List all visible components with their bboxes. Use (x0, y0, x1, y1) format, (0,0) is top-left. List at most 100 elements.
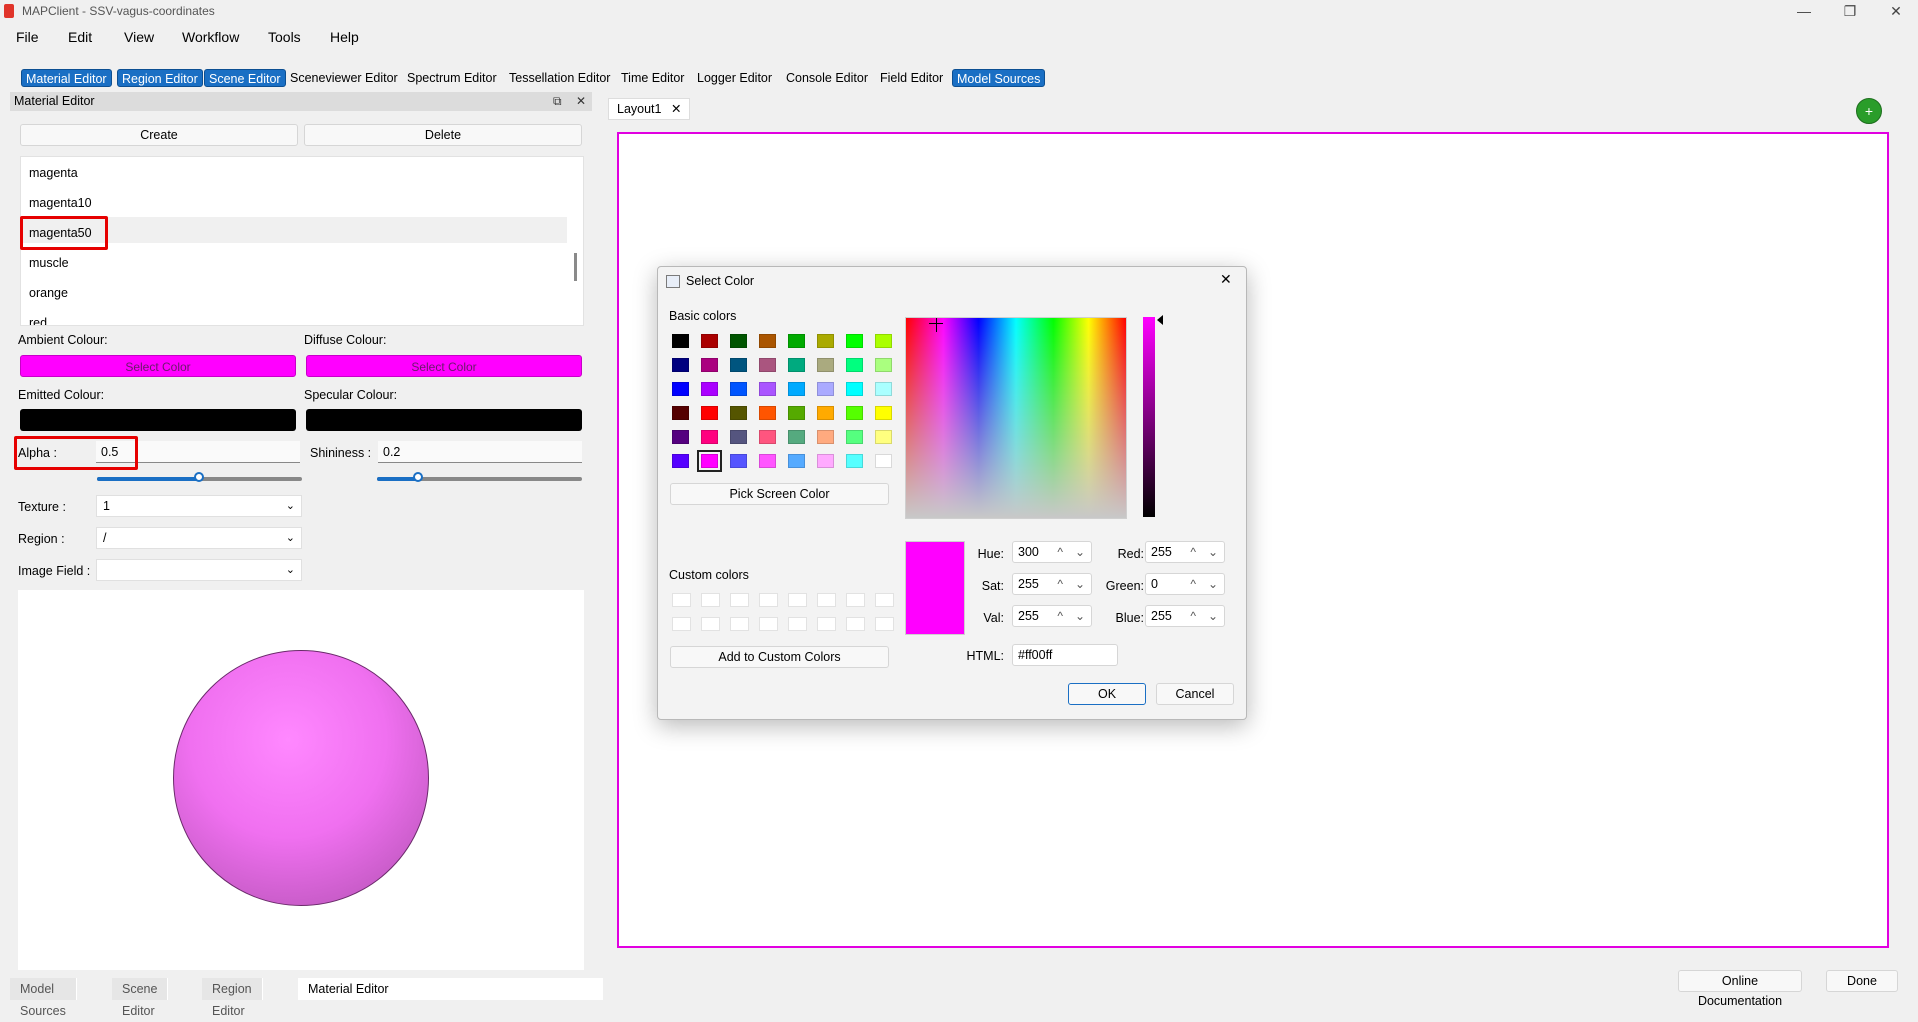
hue-saturation-picker[interactable] (905, 317, 1127, 519)
ambient-select-color-button[interactable]: Select Color (20, 355, 296, 377)
basic-color-swatch[interactable] (788, 382, 805, 396)
basic-color-swatch[interactable] (672, 454, 689, 468)
toolbar-tessellation-editor[interactable]: Tessellation Editor (505, 69, 614, 87)
chevron-down-icon[interactable]: ⌄ (1075, 606, 1085, 626)
texture-dropdown[interactable]: 1 ⌄ (96, 495, 302, 517)
basic-color-swatch[interactable] (875, 358, 892, 372)
basic-color-swatch[interactable] (701, 406, 718, 420)
basic-color-swatch[interactable] (875, 430, 892, 444)
shininess-slider-handle[interactable] (413, 472, 423, 482)
value-slider-arrow-icon[interactable] (1157, 315, 1163, 325)
add-to-custom-colors-button[interactable]: Add to Custom Colors (670, 646, 889, 668)
material-item-muscle[interactable]: muscle (29, 256, 69, 270)
basic-color-swatch[interactable] (846, 334, 863, 348)
toolbar-console-editor[interactable]: Console Editor (782, 69, 872, 87)
basic-color-swatch[interactable] (817, 454, 834, 468)
menu-workflow[interactable]: Workflow (182, 29, 239, 45)
custom-color-swatch[interactable] (730, 593, 749, 607)
toolbar-model-sources[interactable]: Model Sources (952, 69, 1046, 87)
basic-color-swatch[interactable] (788, 334, 805, 348)
basic-color-swatch[interactable] (846, 382, 863, 396)
window-close-button[interactable]: ✕ (1876, 0, 1916, 24)
dock-close-icon[interactable]: ✕ (576, 92, 586, 111)
basic-color-swatch[interactable] (672, 382, 689, 396)
chevron-down-icon[interactable]: ⌄ (1208, 542, 1218, 562)
chevron-up-icon[interactable]: ^ (1190, 542, 1196, 562)
menu-view[interactable]: View (124, 29, 154, 45)
tab-region-editor[interactable]: Region Editor (202, 978, 263, 1018)
custom-color-swatch[interactable] (788, 593, 807, 607)
green-spinbox[interactable]: 0 ^ ⌄ (1145, 573, 1225, 595)
custom-color-swatch[interactable] (730, 617, 749, 631)
online-documentation-button[interactable]: Online Documentation (1678, 970, 1802, 1008)
basic-color-swatch[interactable] (788, 430, 805, 444)
basic-color-swatch[interactable] (817, 430, 834, 444)
basic-color-swatch[interactable] (672, 358, 689, 372)
value-slider[interactable] (1143, 317, 1155, 517)
custom-color-swatch[interactable] (672, 617, 691, 631)
done-button[interactable]: Done (1826, 970, 1898, 992)
chevron-up-icon[interactable]: ^ (1190, 574, 1196, 594)
shininess-input[interactable]: 0.2 (378, 441, 582, 463)
diffuse-select-color-button[interactable]: Select Color (306, 355, 582, 377)
cancel-button[interactable]: Cancel (1156, 683, 1234, 705)
material-item-orange[interactable]: orange (29, 286, 68, 300)
custom-color-swatch[interactable] (817, 593, 836, 607)
basic-color-swatch[interactable] (875, 334, 892, 348)
basic-color-swatch[interactable] (875, 382, 892, 396)
hue-spinbox[interactable]: 300 ^ ⌄ (1012, 541, 1092, 563)
dialog-close-icon[interactable]: ✕ (1220, 271, 1232, 288)
custom-color-swatch[interactable] (788, 617, 807, 631)
basic-color-swatch[interactable] (730, 358, 747, 372)
material-item-red[interactable]: red (29, 316, 47, 325)
alpha-slider[interactable] (97, 472, 302, 482)
basic-color-swatch[interactable] (759, 358, 776, 372)
tab-scene-editor[interactable]: Scene Editor (112, 978, 169, 1018)
material-item-magenta[interactable]: magenta (29, 166, 78, 180)
basic-color-swatch[interactable] (701, 358, 718, 372)
chevron-down-icon[interactable]: ⌄ (1075, 574, 1085, 594)
basic-color-swatch[interactable] (730, 382, 747, 396)
ok-button[interactable]: OK (1068, 683, 1146, 705)
toolbar-time-editor[interactable]: Time Editor (617, 69, 688, 87)
basic-color-swatch[interactable] (672, 406, 689, 420)
basic-color-swatch[interactable] (817, 382, 834, 396)
basic-color-swatch[interactable] (759, 382, 776, 396)
emitted-color-button[interactable] (20, 409, 296, 431)
custom-color-swatch[interactable] (672, 593, 691, 607)
tab-material-editor[interactable]: Material Editor (298, 978, 603, 1000)
menu-edit[interactable]: Edit (68, 29, 92, 45)
basic-color-swatch[interactable] (701, 334, 718, 348)
chevron-down-icon[interactable]: ⌄ (1208, 606, 1218, 626)
toolbar-region-editor[interactable]: Region Editor (117, 69, 203, 87)
chevron-up-icon[interactable]: ^ (1057, 542, 1063, 562)
alpha-slider-handle[interactable] (194, 472, 204, 482)
basic-color-swatch[interactable] (730, 454, 747, 468)
basic-color-swatch[interactable] (788, 454, 805, 468)
shininess-slider[interactable] (377, 472, 582, 482)
basic-color-swatch[interactable] (759, 334, 776, 348)
sat-spinbox[interactable]: 255 ^ ⌄ (1012, 573, 1092, 595)
close-icon[interactable]: ✕ (671, 102, 681, 116)
basic-color-swatch[interactable] (846, 430, 863, 444)
material-item-magenta10[interactable]: magenta10 (29, 196, 92, 210)
chevron-up-icon[interactable]: ^ (1057, 606, 1063, 626)
basic-color-swatch[interactable] (817, 358, 834, 372)
basic-color-swatch[interactable] (759, 406, 776, 420)
custom-color-swatch[interactable] (817, 617, 836, 631)
create-button[interactable]: Create (20, 124, 298, 146)
basic-color-swatch[interactable] (788, 358, 805, 372)
custom-color-swatch[interactable] (875, 593, 894, 607)
basic-color-swatch[interactable] (730, 430, 747, 444)
material-preview[interactable] (18, 590, 584, 970)
chevron-up-icon[interactable]: ^ (1190, 606, 1196, 626)
basic-color-swatch[interactable] (730, 406, 747, 420)
menu-help[interactable]: Help (330, 29, 359, 45)
basic-color-swatch[interactable] (846, 358, 863, 372)
val-spinbox[interactable]: 255 ^ ⌄ (1012, 605, 1092, 627)
specular-color-button[interactable] (306, 409, 582, 431)
image-field-dropdown[interactable]: ⌄ (96, 559, 302, 581)
basic-color-swatch[interactable] (846, 406, 863, 420)
float-icon[interactable]: ⧉ (553, 92, 562, 111)
toolbar-sceneviewer-editor[interactable]: Sceneviewer Editor (286, 69, 402, 87)
